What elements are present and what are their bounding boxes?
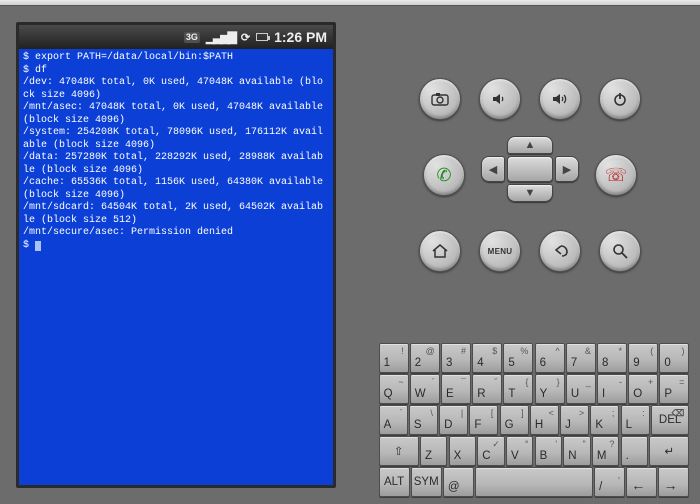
key-e[interactable]: E¯ xyxy=(441,374,471,404)
volume-up-button[interactable] xyxy=(539,78,581,120)
dpad: ▲ ▼ ◀ ▶ xyxy=(475,136,585,202)
emulator-screen: 3G ▁▃▅▇ ⟳ 1:26 PM $ export PATH=/data/lo… xyxy=(16,22,336,488)
power-button[interactable] xyxy=(599,78,641,120)
key-k[interactable]: K; xyxy=(590,405,619,435)
key-5[interactable]: 5% xyxy=(503,343,533,373)
key-y[interactable]: Y} xyxy=(535,374,565,404)
key-4[interactable]: 4$ xyxy=(472,343,502,373)
dpad-center[interactable] xyxy=(507,156,553,182)
clock: 1:26 PM xyxy=(274,29,327,45)
key-r[interactable]: Rˇ xyxy=(472,374,502,404)
key-a[interactable]: A` xyxy=(379,405,408,435)
key-⇧[interactable]: ⇧ xyxy=(379,436,419,466)
menu-button[interactable]: MENU xyxy=(479,230,521,272)
key-9[interactable]: 9( xyxy=(628,343,658,373)
terminal-output[interactable]: $ export PATH=/data/local/bin:$PATH $ df… xyxy=(19,49,333,485)
key-s[interactable]: S\ xyxy=(409,405,438,435)
key-.[interactable]: . xyxy=(621,436,648,466)
key-i[interactable]: I- xyxy=(597,374,627,404)
key-u[interactable]: U_ xyxy=(566,374,596,404)
key-m[interactable]: M? xyxy=(592,436,619,466)
key-space[interactable] xyxy=(475,467,593,497)
key-v[interactable]: V° xyxy=(506,436,533,466)
key-sym[interactable]: SYM xyxy=(411,467,442,497)
key-0[interactable]: 0) xyxy=(659,343,689,373)
end-call-button[interactable]: ☏ xyxy=(595,154,637,196)
end-call-icon: ☏ xyxy=(605,165,628,186)
key-←[interactable]: ← xyxy=(626,467,657,497)
phone-icon: ✆ xyxy=(436,165,451,186)
home-button[interactable] xyxy=(419,230,461,272)
key-@[interactable]: @ xyxy=(443,467,474,497)
key-1[interactable]: 1! xyxy=(379,343,409,373)
key-f[interactable]: F[ xyxy=(469,405,498,435)
dpad-down[interactable]: ▼ xyxy=(507,184,553,202)
signal-icon: ▁▃▅▇ xyxy=(206,30,235,44)
key-t[interactable]: T{ xyxy=(503,374,533,404)
emulator-controls: ✆ ▲ ▼ ◀ ▶ ☏ MENU xyxy=(380,78,680,286)
key-del[interactable]: DEL⌫ xyxy=(651,405,690,435)
key-p[interactable]: P= xyxy=(659,374,689,404)
key-c[interactable]: C✓ xyxy=(477,436,504,466)
key-l[interactable]: L: xyxy=(621,405,650,435)
key-↵[interactable]: ↵ xyxy=(649,436,689,466)
key-n[interactable]: N" xyxy=(563,436,590,466)
network-icon: 3G xyxy=(184,32,200,43)
key-alt[interactable]: ALT xyxy=(379,467,410,497)
battery-icon xyxy=(256,33,268,41)
key-h[interactable]: H< xyxy=(530,405,559,435)
key-q[interactable]: Q~ xyxy=(379,374,409,404)
key-6[interactable]: 6^ xyxy=(535,343,565,373)
key-x[interactable]: X xyxy=(449,436,476,466)
dpad-left[interactable]: ◀ xyxy=(481,156,505,182)
key-d[interactable]: D| xyxy=(439,405,468,435)
dpad-up[interactable]: ▲ xyxy=(507,136,553,154)
volume-down-button[interactable] xyxy=(479,78,521,120)
camera-button[interactable] xyxy=(419,78,461,120)
key-w[interactable]: W´ xyxy=(410,374,440,404)
hardware-keyboard: 1!2@3#4$5%6^7&8*9(0) Q~W´E¯RˇT{Y}U_I-O+P=… xyxy=(378,342,690,498)
key-z[interactable]: Z xyxy=(420,436,447,466)
search-button[interactable] xyxy=(599,230,641,272)
key-7[interactable]: 7& xyxy=(566,343,596,373)
key-o[interactable]: O+ xyxy=(628,374,658,404)
call-button[interactable]: ✆ xyxy=(423,154,465,196)
key-j[interactable]: J> xyxy=(560,405,589,435)
key-g[interactable]: G] xyxy=(500,405,529,435)
key-→[interactable]: → xyxy=(658,467,689,497)
back-button[interactable] xyxy=(539,230,581,272)
key-b[interactable]: B' xyxy=(535,436,562,466)
dpad-right[interactable]: ▶ xyxy=(555,156,579,182)
key-/[interactable]: /, xyxy=(594,467,625,497)
key-3[interactable]: 3# xyxy=(441,343,471,373)
key-2[interactable]: 2@ xyxy=(410,343,440,373)
key-8[interactable]: 8* xyxy=(597,343,627,373)
status-bar: 3G ▁▃▅▇ ⟳ 1:26 PM xyxy=(19,25,333,49)
sync-icon: ⟳ xyxy=(241,31,250,44)
